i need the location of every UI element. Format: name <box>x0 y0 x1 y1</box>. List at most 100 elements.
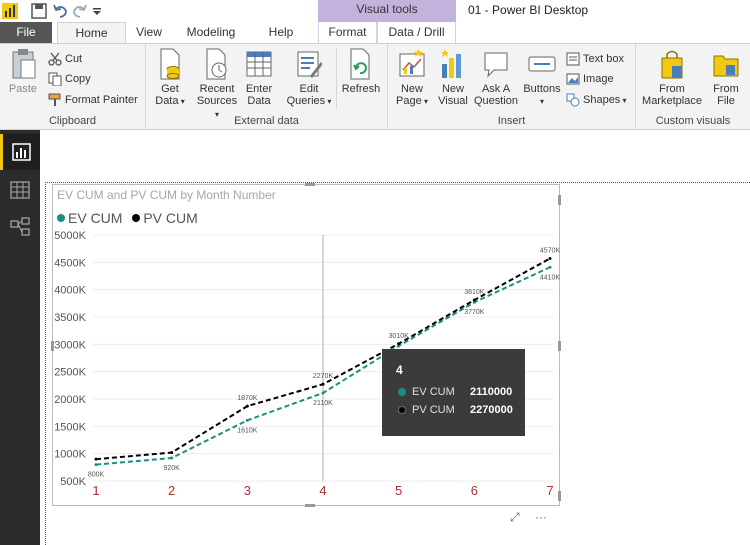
new-visual-label-2: Visual <box>438 95 468 107</box>
new-visual-button[interactable]: New Visual <box>434 48 472 107</box>
customize-quick-access-icon[interactable] <box>92 3 102 19</box>
paste-button[interactable]: Paste <box>6 48 40 95</box>
copy-button[interactable]: Copy <box>48 71 91 87</box>
refresh-button[interactable]: Refresh <box>340 48 382 95</box>
get-data-label-1: Get <box>161 83 179 95</box>
enter-data-label-2: Data <box>247 95 271 107</box>
tab-format[interactable]: Format <box>318 22 377 43</box>
x-tick-label: 3 <box>244 483 251 498</box>
ask-a-question-button[interactable]: Ask A Question <box>474 48 518 107</box>
more-options-icon[interactable]: ··· <box>535 510 547 524</box>
undo-icon[interactable] <box>52 3 68 19</box>
redo-icon[interactable] <box>72 3 88 19</box>
recent-label-1: Recent <box>199 83 235 95</box>
external-data-group: Get Data ▾ Recent Sources ▾ Enter Data E… <box>146 44 388 130</box>
resize-handle[interactable] <box>558 341 561 351</box>
enter-data-button[interactable]: Enter Data <box>242 48 276 107</box>
tab-data-drill[interactable]: Data / Drill <box>377 22 456 43</box>
focus-mode-icon[interactable]: ⤢ <box>510 510 520 524</box>
y-tick-label: 2000K <box>54 394 86 406</box>
tab-view[interactable]: View <box>127 22 171 43</box>
edit-queries-button[interactable]: Edit Queries ▾ <box>286 48 332 108</box>
resize-handle[interactable] <box>558 491 561 501</box>
get-data-label-2: Data <box>155 95 179 107</box>
report-view-button[interactable] <box>0 134 40 170</box>
clipboard-group-label: Clipboard <box>48 115 97 127</box>
data-label: 3010K <box>389 333 410 340</box>
tooltip-label-pv: PV CUM <box>412 404 455 417</box>
new-page-button[interactable]: New Page ▾ <box>392 48 432 108</box>
from-file-button[interactable]: From File <box>706 48 746 107</box>
custom-visuals-group: From Marketplace From File Custom visual… <box>636 44 750 130</box>
table-grid-icon <box>246 51 272 77</box>
resize-handle[interactable] <box>305 504 315 507</box>
buttons-button[interactable]: Buttons ▾ <box>520 48 564 108</box>
custom-visuals-group-label: Custom visuals <box>655 115 731 127</box>
data-label: 3810K <box>464 289 485 296</box>
tab-home[interactable]: Home <box>57 22 126 43</box>
recent-label-2: Sources <box>196 95 238 107</box>
data-label: 1870K <box>237 395 258 402</box>
clipboard-group: Paste Cut Copy Format Painter Clipboard <box>0 44 146 130</box>
data-label: 4410K <box>540 274 561 281</box>
x-tick-label: 1 <box>92 483 99 498</box>
y-tick-label: 4000K <box>54 285 86 297</box>
ask-label-2: Question <box>474 95 519 107</box>
cut-label: Cut <box>65 53 83 65</box>
y-tick-label: 5000K <box>54 230 86 242</box>
chart-tooltip: 4 EV CUM 2110000 PV CUM 2270000 <box>382 349 525 436</box>
tab-file[interactable]: File <box>0 22 52 43</box>
resize-handle[interactable] <box>51 341 54 351</box>
tooltip-row-pv: PV CUM 2270000 <box>398 404 513 416</box>
enter-data-label-1: Enter <box>245 83 273 95</box>
cut-button[interactable]: Cut <box>48 51 82 67</box>
x-tick-label: 7 <box>546 483 553 498</box>
shapes-button[interactable]: Shapes ▾ <box>566 92 627 108</box>
ask-label-1: Ask A <box>481 83 511 95</box>
new-page-label-2: Page <box>396 95 422 107</box>
copy-label: Copy <box>65 73 91 85</box>
data-view-button[interactable] <box>0 172 40 208</box>
image-button[interactable]: Image <box>566 71 614 87</box>
external-data-group-label: External data <box>234 115 299 127</box>
data-label: 2270K <box>313 373 334 380</box>
save-icon[interactable] <box>31 3 47 19</box>
image-label: Image <box>583 73 614 85</box>
resize-handle[interactable] <box>305 183 315 186</box>
y-tick-label: 2500K <box>54 367 86 379</box>
data-point <box>94 463 98 467</box>
data-point <box>170 451 174 455</box>
data-point <box>548 257 552 261</box>
relationships-icon <box>10 217 30 236</box>
y-tick-label: 1500K <box>54 421 86 433</box>
data-label: 800K <box>88 472 105 479</box>
format-painter-button[interactable]: Format Painter <box>48 92 138 108</box>
text-box-button[interactable]: Text box <box>566 51 624 67</box>
from-marketplace-button[interactable]: From Marketplace <box>640 48 704 107</box>
line-chart-visual[interactable]: EV CUM and PV CUM by Month Number EV CUM… <box>51 183 561 507</box>
tooltip-value-pv: 2270000 <box>470 404 513 417</box>
tab-help[interactable]: Help <box>257 22 305 43</box>
format-painter-icon <box>48 93 61 107</box>
get-data-button[interactable]: Get Data ▾ <box>150 48 190 108</box>
y-tick-label: 3500K <box>54 312 86 324</box>
data-label: 4570K <box>540 248 561 255</box>
folder-icon <box>713 55 739 77</box>
tooltip-title: 4 <box>396 363 403 377</box>
shapes-label: Shapes <box>583 94 621 106</box>
marketplace-label-2: Marketplace <box>642 95 702 107</box>
data-label: 2110K <box>313 400 333 407</box>
tab-modeling[interactable]: Modeling <box>176 22 246 43</box>
new-visual-icon <box>441 49 461 78</box>
resize-handle[interactable] <box>558 195 561 205</box>
recent-sources-button[interactable]: Recent Sources ▾ <box>194 48 240 121</box>
ribbon-tabs: File Home View Modeling Help Format Data… <box>0 22 750 43</box>
data-point <box>548 265 552 269</box>
marketplace-bag-icon <box>661 50 683 79</box>
get-data-icon <box>160 48 180 80</box>
data-point <box>472 298 476 302</box>
from-file-label-2: File <box>717 95 735 107</box>
tooltip-marker-ev <box>398 388 406 397</box>
relationships-view-button[interactable] <box>0 210 40 246</box>
chart-plot-area[interactable]: 5000K4500K4000K3500K3000K2500K2000K1500K… <box>53 185 561 507</box>
